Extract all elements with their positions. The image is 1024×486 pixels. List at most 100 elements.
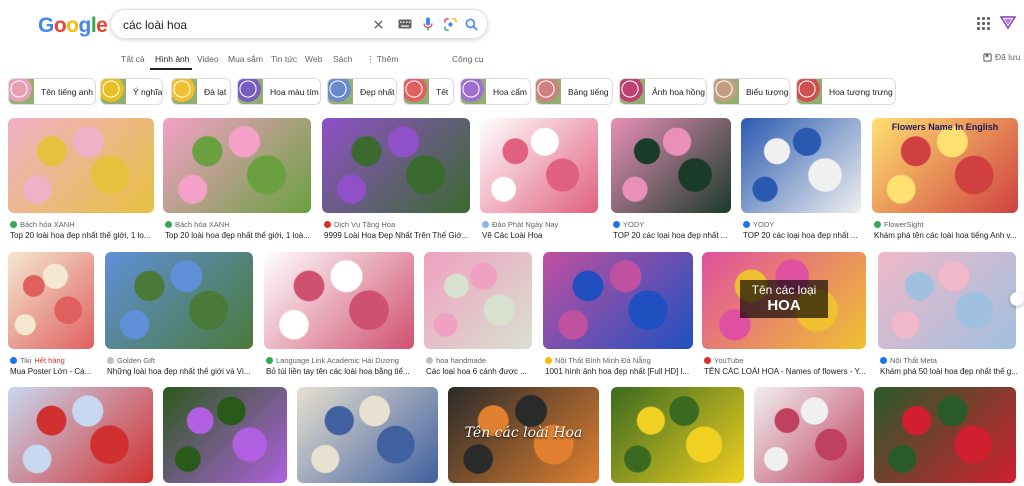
result-thumbnail[interactable] [611, 118, 731, 213]
result-source[interactable]: Language Link Academic Hải Dương [266, 356, 399, 365]
source-name: Nội Thất Meta [890, 356, 937, 365]
tab-5[interactable]: Web [305, 54, 322, 64]
result-thumbnail[interactable] [611, 387, 744, 483]
suggestion-chip[interactable]: Tên tiếng anh [8, 78, 96, 105]
tab-8[interactable]: Công cụ [452, 54, 484, 64]
tab-1[interactable]: Hình ảnh [155, 54, 190, 64]
result-thumbnail[interactable] [264, 252, 414, 349]
result-thumbnail[interactable]: Flowers Name In English [872, 118, 1018, 213]
result-source[interactable]: Golden Gift [107, 356, 155, 365]
google-logo[interactable]: Google [38, 14, 108, 38]
side-panel-toggle[interactable] [1010, 292, 1024, 306]
chip-thumbnail [328, 79, 353, 104]
suggestion-chip[interactable]: Ý nghĩa [100, 78, 163, 105]
result-title[interactable]: TOP 20 các loại hoa đẹp nhất ... [613, 231, 741, 240]
source-favicon-icon [10, 221, 17, 228]
source-favicon-icon [482, 221, 489, 228]
result-title[interactable]: 9999 Loài Hoa Đẹp Nhất Trên Thế Giớ... [324, 231, 480, 240]
account-avatar-icon[interactable] [999, 14, 1017, 30]
source-favicon-icon [545, 357, 552, 364]
result-title[interactable]: Những loài hoa đẹp nhất thế giới và Vi..… [107, 367, 263, 376]
result-source[interactable]: Tiki Hết hàng [10, 356, 65, 365]
tab-3[interactable]: Mua sắm [228, 54, 263, 64]
suggestion-chip[interactable]: Hoa màu tím [237, 78, 321, 105]
suggestion-chip[interactable]: Hoa tượng trưng [796, 78, 896, 105]
result-title[interactable]: Top 20 loài hoa đẹp nhất thế giới, 1 loà… [165, 231, 321, 240]
search-icon[interactable] [462, 15, 480, 33]
result-thumbnail[interactable] [8, 387, 153, 483]
stock-badge: Hết hàng [34, 356, 65, 365]
overlay-line-1: Tên các loại [751, 283, 817, 297]
source-name: Bách hóa XANH [20, 220, 75, 229]
result-title[interactable]: Mua Poster Lớn - Cá... [10, 367, 104, 376]
lens-icon[interactable] [441, 15, 459, 33]
logo-letter: G [38, 14, 54, 37]
result-source[interactable]: Nội Thất Meta [880, 356, 937, 365]
source-favicon-icon [10, 357, 17, 364]
result-source[interactable]: hoa handmade [426, 356, 486, 365]
suggestion-chip[interactable]: Hoa cẩm [460, 78, 531, 105]
suggestion-chip[interactable]: Đà lạt [171, 78, 231, 105]
tab-6[interactable]: Sách [333, 54, 352, 64]
result-thumbnail[interactable] [297, 387, 438, 483]
tab-4[interactable]: Tin tức [271, 54, 297, 64]
chip-label: Bảng tiếng [568, 86, 609, 97]
result-thumbnail[interactable] [741, 118, 861, 213]
result-thumbnail[interactable] [163, 387, 287, 483]
tab-7[interactable]: ⋮ Thêm [366, 54, 398, 65]
suggestion-chip[interactable]: Bảng tiếng [535, 78, 613, 105]
result-thumbnail[interactable] [105, 252, 253, 349]
suggestion-chip[interactable]: Đẹp nhất [327, 78, 397, 105]
result-title[interactable]: Bỏ túi liền tay tên các loài hoa bằng ti… [266, 367, 424, 376]
chip-thumbnail [714, 79, 739, 104]
result-thumbnail[interactable] [878, 252, 1016, 349]
logo-letter: g [78, 14, 92, 37]
source-name: Language Link Academic Hải Dương [276, 356, 399, 365]
result-thumbnail[interactable] [874, 387, 1016, 483]
result-thumbnail[interactable] [322, 118, 470, 213]
result-thumbnail[interactable]: Tên các loại HOA [702, 252, 866, 349]
result-thumbnail[interactable] [754, 387, 864, 483]
result-title[interactable]: Khám phá 50 loài hoa đẹp nhất thế g... [880, 367, 1024, 376]
tab-2[interactable]: Video [197, 54, 219, 64]
search-input[interactable]: các loài hoa [123, 18, 187, 32]
chip-label: Tết [436, 86, 449, 97]
source-name: FlowerSight [884, 220, 924, 229]
source-favicon-icon [107, 357, 114, 364]
result-source[interactable]: YouTube [704, 356, 743, 365]
result-source[interactable]: Bách hóa XANH [165, 220, 230, 229]
result-source[interactable]: Đảo Phát Ngày Nay [482, 220, 558, 229]
saved-link[interactable]: Đã lưu [983, 52, 1021, 62]
suggestion-chip[interactable]: Tết [403, 78, 454, 105]
result-thumbnail[interactable] [424, 252, 532, 349]
result-thumbnail[interactable] [480, 118, 598, 213]
result-thumbnail[interactable] [543, 252, 693, 349]
keyboard-icon[interactable] [396, 15, 414, 33]
apps-grid-icon[interactable] [977, 17, 991, 31]
suggestion-chip[interactable]: Ảnh hoa hồng [619, 78, 707, 105]
result-title[interactable]: 1001 hình ảnh hoa đẹp nhất [Full HD] l..… [545, 367, 703, 376]
result-source[interactable]: Dịch Vụ Tặng Hoa [324, 220, 395, 229]
chip-thumbnail [101, 79, 126, 104]
search-box[interactable]: các loài hoa [110, 9, 488, 39]
result-source[interactable]: YODY [613, 220, 644, 229]
result-thumbnail[interactable] [8, 252, 94, 349]
result-thumbnail[interactable] [8, 118, 154, 213]
result-title[interactable]: Khám phá tên các loài hoa tiếng Anh v... [874, 231, 1024, 240]
result-thumbnail[interactable] [163, 118, 311, 213]
suggestion-chip[interactable]: Biểu tượng [713, 78, 790, 105]
result-title[interactable]: Top 20 loài hoa đẹp nhất thế giới, 1 lo.… [10, 231, 164, 240]
result-title[interactable]: TÊN CÁC LOÀI HOA - Names of flowers - Y.… [704, 367, 876, 376]
result-source[interactable]: YODY [743, 220, 774, 229]
result-thumbnail[interactable]: Tên các loài Hoa [448, 387, 599, 483]
result-title[interactable]: TOP 20 các loại hoa đẹp nhất ... [743, 231, 871, 240]
source-name: YODY [753, 220, 775, 229]
result-title[interactable]: Vẽ Các Loài Hoa [482, 231, 608, 240]
result-source[interactable]: Bách hóa XANH [10, 220, 75, 229]
result-source[interactable]: FlowerSight [874, 220, 924, 229]
mic-icon[interactable] [419, 15, 437, 33]
tab-0[interactable]: Tất cả [121, 54, 145, 64]
clear-icon[interactable] [369, 15, 387, 33]
result-source[interactable]: Nội Thất Bình Minh Đà Nẵng [545, 356, 651, 365]
result-title[interactable]: Các loại hoa 6 cánh được ... [426, 367, 542, 376]
